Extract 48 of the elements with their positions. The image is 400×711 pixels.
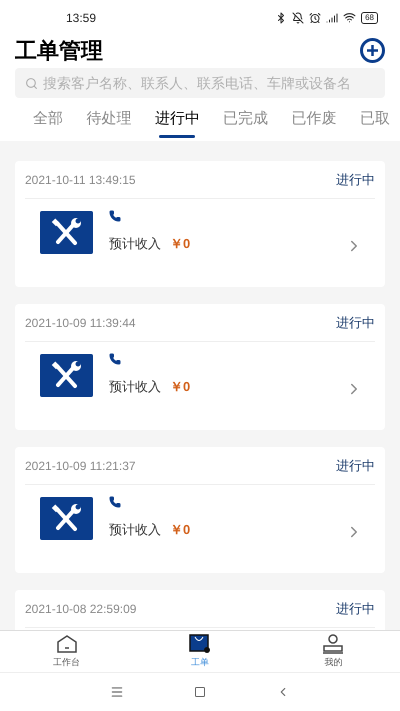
- nav-tab[interactable]: 工作台: [0, 631, 134, 672]
- income-label: 预计收入: [109, 378, 161, 396]
- order-time: 2021-10-11 13:49:15: [25, 172, 136, 188]
- bag-icon: [188, 634, 211, 654]
- phone-icon: [109, 210, 121, 222]
- order-card[interactable]: 2021-10-09 11:21:37 进行中 预计收入 ￥0: [15, 447, 385, 573]
- status-tab[interactable]: 已完成: [223, 98, 268, 141]
- tools-icon: [40, 210, 93, 254]
- order-status: 进行中: [336, 456, 375, 475]
- order-status: 进行中: [336, 600, 375, 618]
- order-card[interactable]: 2021-10-11 13:49:15 进行中 预计收入 ￥0: [15, 161, 385, 287]
- phone-icon: [109, 353, 121, 366]
- plus-icon: [367, 44, 378, 56]
- battery-indicator: 68: [361, 12, 378, 24]
- order-card[interactable]: 2021-10-09 11:39:44 进行中 预计收入 ￥0: [15, 304, 385, 430]
- phone-icon: [109, 496, 121, 508]
- order-time: 2021-10-09 11:39:44: [25, 314, 136, 332]
- signal-icon: [326, 12, 338, 24]
- order-time: 2021-10-08 22:59:09: [25, 600, 136, 618]
- tools-icon: [40, 354, 93, 396]
- income-amount: ￥0: [170, 235, 190, 254]
- status-tab[interactable]: 已作废: [292, 98, 337, 141]
- order-card[interactable]: 2021-10-08 22:59:09 进行中: [15, 590, 385, 630]
- status-tab[interactable]: 待处理: [86, 98, 132, 141]
- tools-icon: [40, 496, 93, 540]
- nav-tab[interactable]: 工单: [133, 631, 267, 672]
- income-amount: ￥0: [170, 378, 190, 396]
- nav-tab[interactable]: 我的: [266, 631, 400, 672]
- house-icon: [56, 634, 78, 654]
- status-tab[interactable]: 已取: [360, 98, 390, 141]
- status-tab[interactable]: 进行中: [154, 98, 200, 141]
- order-time: 2021-10-09 11:21:37: [25, 458, 136, 474]
- bell-off-icon: [292, 12, 304, 24]
- page-title: 工单管理: [15, 36, 103, 64]
- income-label: 预计收入: [109, 521, 161, 540]
- alarm-icon: [309, 12, 322, 24]
- income-label: 预计收入: [109, 235, 161, 254]
- search-field[interactable]: 搜索客户名称、联系人、联系电话、车牌或设备名: [15, 68, 385, 98]
- status-tab[interactable]: 全部: [33, 98, 63, 141]
- search-icon: [25, 76, 38, 90]
- status-time: 13:59: [66, 10, 96, 26]
- order-status: 进行中: [336, 314, 375, 332]
- user-icon: [322, 634, 344, 654]
- order-status: 进行中: [336, 170, 375, 189]
- home-icon[interactable]: [194, 686, 206, 698]
- menu-icon[interactable]: [110, 685, 124, 699]
- income-amount: ￥0: [170, 521, 190, 540]
- add-button[interactable]: [360, 38, 385, 62]
